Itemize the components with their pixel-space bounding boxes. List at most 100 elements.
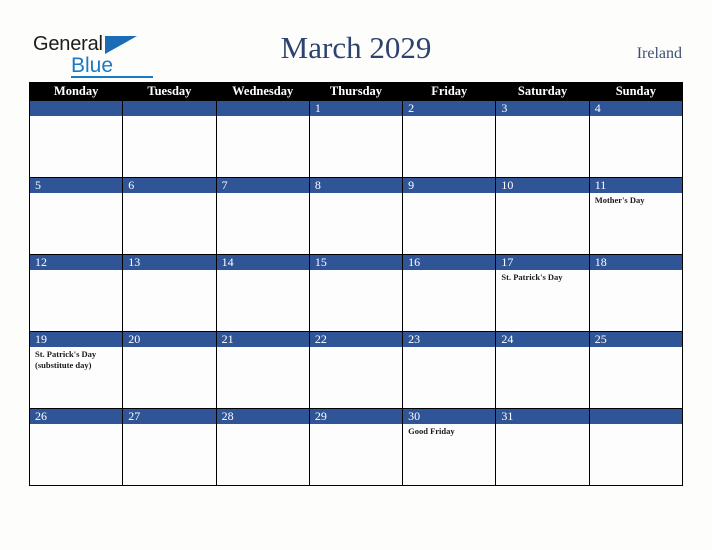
calendar-day-cell[interactable]: 27 xyxy=(122,408,217,486)
day-number: 5 xyxy=(30,178,123,193)
day-number: 26 xyxy=(30,409,123,424)
event-label: (substitute day) xyxy=(35,359,92,370)
day-events xyxy=(496,116,588,118)
calendar-day-cell[interactable]: 7 xyxy=(215,177,310,255)
day-number: 17 xyxy=(496,255,589,270)
day-events xyxy=(123,424,215,426)
calendar-day-cell[interactable]: 23 xyxy=(402,331,497,409)
day-number: 23 xyxy=(403,332,496,347)
day-events xyxy=(217,424,309,426)
day-events: Mother's Day xyxy=(590,193,682,206)
calendar-week-row: 1234 xyxy=(28,100,684,178)
calendar-day-cell[interactable]: 24 xyxy=(495,331,590,409)
day-events xyxy=(403,270,495,272)
calendar-empty-cell[interactable] xyxy=(122,100,217,178)
day-number xyxy=(30,101,123,116)
day-number: 14 xyxy=(216,255,309,270)
day-number: 21 xyxy=(216,332,309,347)
day-number: 10 xyxy=(496,178,589,193)
day-events xyxy=(217,193,309,195)
event-label: St. Patrick's Day xyxy=(501,272,563,282)
day-number: 12 xyxy=(30,255,123,270)
calendar-day-cell[interactable]: 4 xyxy=(588,100,684,178)
day-number: 9 xyxy=(403,178,496,193)
calendar-day-cell[interactable]: 2 xyxy=(402,100,497,178)
day-number: 1 xyxy=(309,101,403,116)
calendar-day-cell[interactable]: 10 xyxy=(495,177,590,255)
weekday-header-wednesday: Wednesday xyxy=(215,82,310,101)
country-label: Ireland xyxy=(636,45,682,62)
calendar-day-cell[interactable]: 9 xyxy=(402,177,497,255)
weekday-header-tuesday: Tuesday xyxy=(122,82,217,101)
calendar-day-cell[interactable]: 21 xyxy=(215,331,310,409)
calendar-day-cell[interactable]: 29 xyxy=(308,408,404,486)
calendar-empty-cell[interactable] xyxy=(588,408,684,486)
day-number: 30 xyxy=(403,409,496,424)
calendar-day-cell[interactable]: 16 xyxy=(402,254,497,332)
calendar-day-cell[interactable]: 1 xyxy=(308,100,404,178)
calendar-week-row: 26 27 28 29 30 Good Friday 31 xyxy=(28,408,684,486)
weekday-header-friday: Friday xyxy=(402,82,497,101)
calendar-week-row: 5 6 7 8 9 10 11 Mother's Day xyxy=(28,177,684,255)
calendar-day-cell[interactable]: 11 Mother's Day xyxy=(588,177,684,255)
day-number: 18 xyxy=(589,255,682,270)
day-number: 19 xyxy=(30,332,123,347)
day-number: 20 xyxy=(123,332,216,347)
day-events xyxy=(590,424,682,426)
day-events xyxy=(217,347,309,349)
weekday-header-saturday: Saturday xyxy=(495,82,590,101)
day-events xyxy=(403,116,495,118)
calendar-day-cell[interactable]: 18 xyxy=(588,254,684,332)
calendar-empty-cell[interactable] xyxy=(28,100,124,178)
day-events xyxy=(590,116,682,118)
event-label: St. Patrick's Day xyxy=(35,349,97,359)
day-number: 27 xyxy=(123,409,216,424)
calendar-empty-cell[interactable] xyxy=(215,100,310,178)
day-events xyxy=(310,270,402,272)
calendar-day-cell[interactable]: 31 xyxy=(495,408,590,486)
day-events xyxy=(217,116,309,118)
calendar-day-cell[interactable]: 28 xyxy=(215,408,310,486)
event-label: Good Friday xyxy=(408,426,455,436)
day-number: 25 xyxy=(589,332,682,347)
day-number: 3 xyxy=(496,101,589,116)
day-events xyxy=(123,347,215,349)
day-events xyxy=(496,193,588,195)
day-number: 11 xyxy=(589,178,682,193)
day-events xyxy=(403,347,495,349)
day-number: 16 xyxy=(403,255,496,270)
day-number: 28 xyxy=(216,409,309,424)
calendar-day-cell[interactable]: 30 Good Friday xyxy=(402,408,497,486)
weekday-header-row: Monday Tuesday Wednesday Thursday Friday… xyxy=(28,82,684,101)
calendar-day-cell[interactable]: 3 xyxy=(495,100,590,178)
calendar-day-cell[interactable]: 25 xyxy=(588,331,684,409)
weekday-header-thursday: Thursday xyxy=(308,82,404,101)
day-events: Good Friday xyxy=(403,424,495,437)
calendar-day-cell[interactable]: 8 xyxy=(308,177,404,255)
page-title: March 2029 xyxy=(280,30,432,65)
calendar-day-cell[interactable]: 12 xyxy=(28,254,124,332)
day-events xyxy=(123,116,215,118)
calendar-day-cell[interactable]: 20 xyxy=(122,331,217,409)
event-label: Mother's Day xyxy=(594,195,645,205)
day-events xyxy=(123,270,215,272)
calendar-day-cell[interactable]: 5 xyxy=(28,177,124,255)
calendar-day-cell[interactable]: 26 xyxy=(28,408,124,486)
day-number: 29 xyxy=(309,409,403,424)
calendar-week-row: 19 St. Patrick's Day (substitute day) 20 21 2… xyxy=(28,331,684,409)
day-events: St. Patrick's Day xyxy=(496,270,588,283)
calendar-day-cell[interactable]: 13 xyxy=(122,254,217,332)
calendar-day-cell[interactable]: 19 St. Patrick's Day (substitute day) xyxy=(28,331,124,409)
day-events xyxy=(30,116,122,118)
page-header: General Blue March 2029 Ireland xyxy=(0,0,712,82)
calendar-day-cell[interactable]: 17 St. Patrick's Day xyxy=(495,254,590,332)
day-events xyxy=(310,347,402,349)
calendar-day-cell[interactable]: 22 xyxy=(308,331,404,409)
day-events xyxy=(496,347,588,349)
calendar-day-cell[interactable]: 6 xyxy=(122,177,217,255)
day-events xyxy=(123,193,215,195)
calendar-day-cell[interactable]: 15 xyxy=(308,254,404,332)
day-number: 24 xyxy=(496,332,589,347)
calendar-day-cell[interactable]: 14 xyxy=(215,254,310,332)
day-number xyxy=(589,409,682,424)
